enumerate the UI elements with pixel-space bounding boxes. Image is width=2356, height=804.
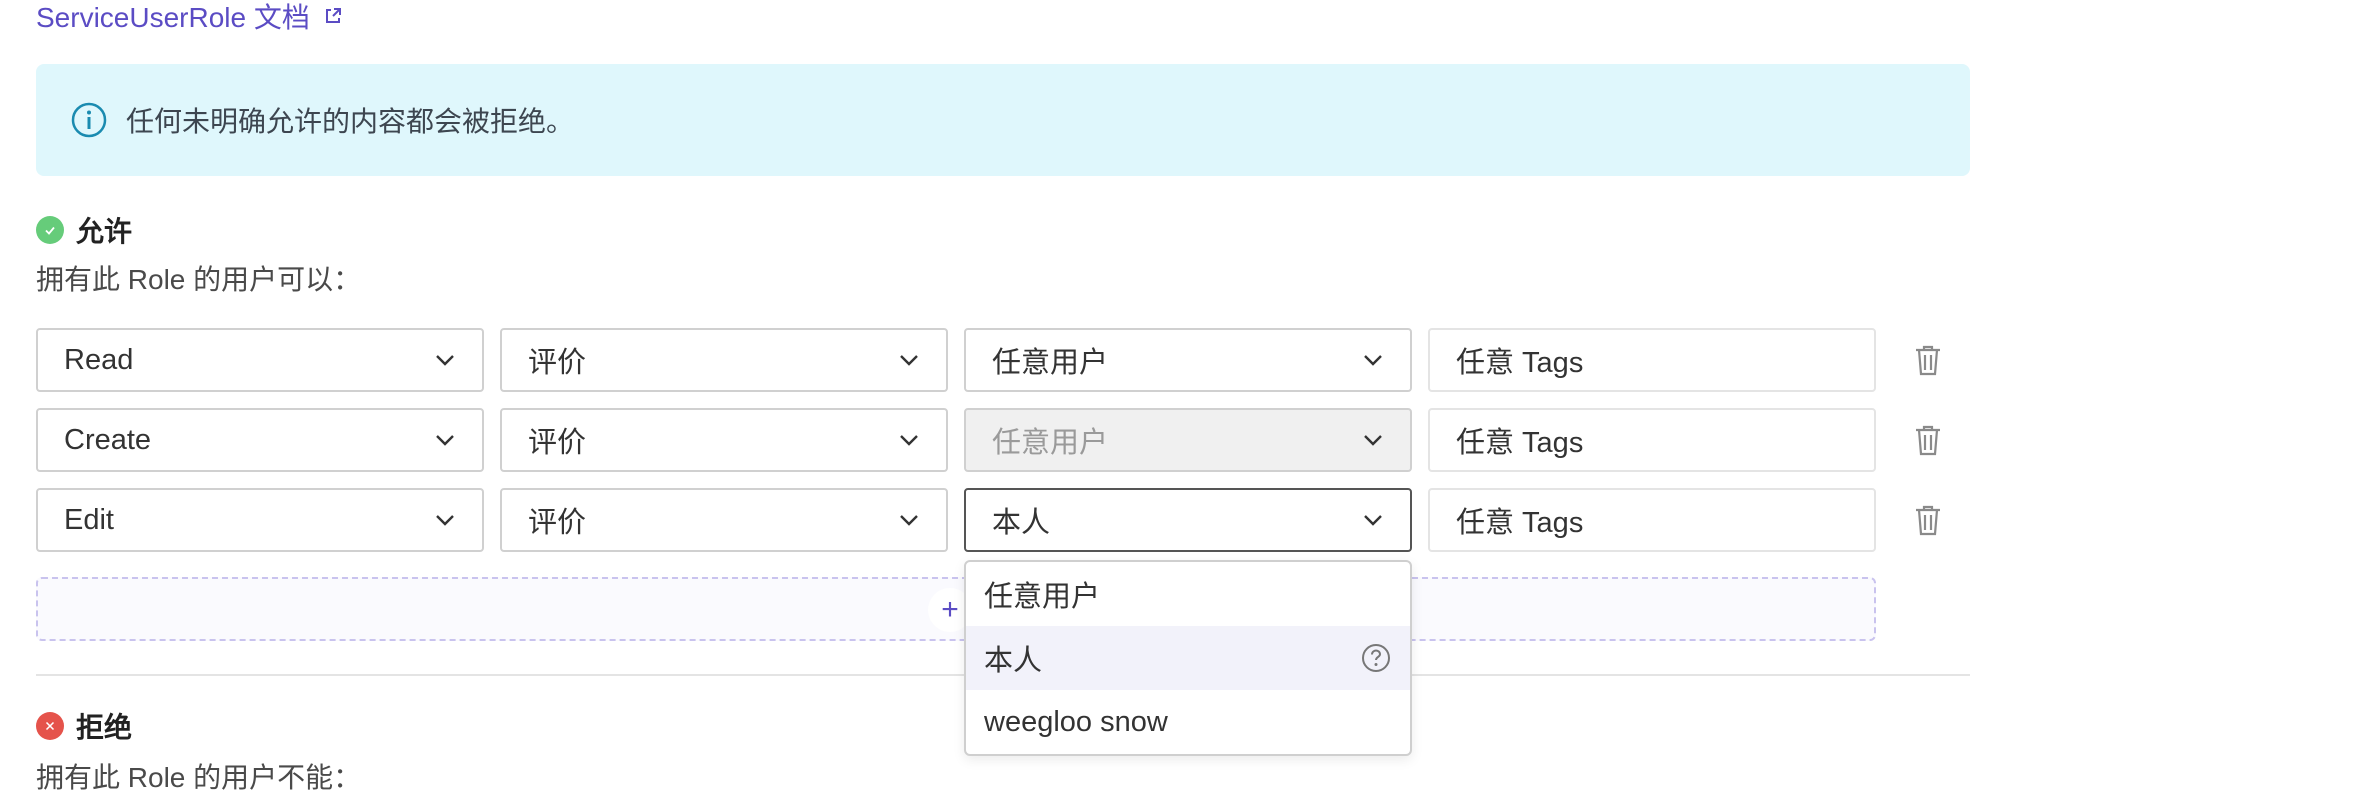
- resource-select[interactable]: 评价: [500, 408, 948, 472]
- info-icon: [71, 102, 107, 138]
- chevron-down-icon: [1364, 435, 1382, 446]
- action-select[interactable]: Edit: [36, 488, 484, 552]
- trash-icon[interactable]: [1912, 503, 1944, 537]
- dropdown-option[interactable]: 任意用户: [966, 562, 1410, 626]
- owner-select[interactable]: 本人: [964, 488, 1412, 552]
- chevron-down-icon: [900, 355, 918, 366]
- tags-input[interactable]: 任意 Tags: [1428, 408, 1876, 472]
- chevron-down-icon: [436, 435, 454, 446]
- owner-select[interactable]: 任意用户: [964, 408, 1412, 472]
- dropdown-option-highlighted[interactable]: 本人: [966, 626, 1410, 690]
- info-text: 任何未明确允许的内容都会被拒绝。: [126, 106, 575, 137]
- deny-header: 拒绝: [36, 706, 132, 746]
- info-banner: 任何未明确允许的内容都会被拒绝。: [36, 64, 1970, 176]
- help-icon[interactable]: [1360, 642, 1392, 674]
- trash-icon[interactable]: [1912, 343, 1944, 377]
- chevron-down-icon: [900, 515, 918, 526]
- tags-input[interactable]: 任意 Tags: [1428, 328, 1876, 392]
- allow-title: 允许: [76, 216, 133, 247]
- chevron-down-icon: [1364, 355, 1382, 366]
- chevron-down-icon: [436, 355, 454, 366]
- action-select[interactable]: Read: [36, 328, 484, 392]
- chevron-down-icon: [436, 515, 454, 526]
- resource-select[interactable]: 评价: [500, 328, 948, 392]
- trash-icon[interactable]: [1912, 423, 1944, 457]
- owner-select[interactable]: 任意用户: [964, 328, 1412, 392]
- chevron-down-icon: [1364, 515, 1382, 526]
- doc-link-label: ServiceUserRole 文档: [36, 2, 310, 33]
- x-circle-icon: [36, 712, 64, 740]
- deny-subtitle: 拥有此 Role 的用户不能：: [36, 762, 362, 793]
- allow-header: 允许: [36, 210, 132, 250]
- resource-select[interactable]: 评价: [500, 488, 948, 552]
- chevron-down-icon: [900, 435, 918, 446]
- dropdown-option[interactable]: weegloo snow: [966, 690, 1410, 754]
- doc-link[interactable]: ServiceUserRole 文档: [36, 0, 342, 36]
- external-link-icon: [325, 8, 341, 23]
- check-circle-icon: [36, 216, 64, 244]
- allow-subtitle: 拥有此 Role 的用户可以：: [36, 264, 362, 295]
- deny-title: 拒绝: [76, 712, 133, 743]
- action-select[interactable]: Create: [36, 408, 484, 472]
- tags-input[interactable]: 任意 Tags: [1428, 488, 1876, 552]
- owner-dropdown-menu: 任意用户 本人 weegloo snow: [964, 560, 1412, 756]
